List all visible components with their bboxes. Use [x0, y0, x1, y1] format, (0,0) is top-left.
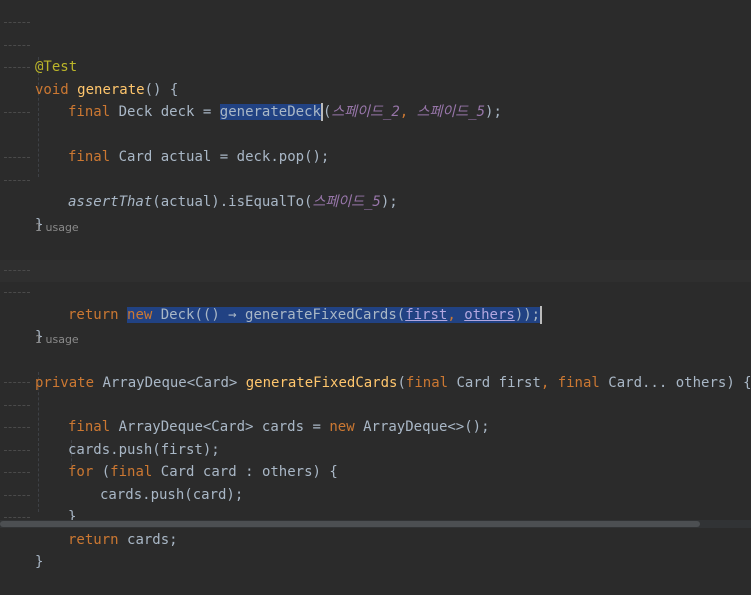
- code-line: private Deck generateDeck(final Card fir…: [0, 237, 751, 278]
- scrollbar-thumb[interactable]: [0, 521, 700, 527]
- code-line: }: [0, 462, 751, 525]
- code-line: void generate() {: [0, 35, 751, 98]
- keyword: void: [35, 82, 69, 98]
- gutter-marker: [4, 45, 30, 46]
- variable[interactable]: cards;: [127, 532, 178, 548]
- gutter-marker: [4, 112, 30, 113]
- gutter-marker: [4, 67, 30, 68]
- gutter-marker: [4, 517, 30, 518]
- gutter-marker: [4, 157, 30, 158]
- gutter-marker: [4, 292, 30, 293]
- code-line: @Test: [0, 12, 751, 75]
- text-caret: [540, 306, 543, 324]
- punctuation: );: [380, 194, 398, 210]
- code-line: }: [0, 170, 751, 233]
- parameter-ref[interactable]: others: [464, 307, 515, 323]
- constant-arg[interactable]: 스페이드_5: [312, 194, 380, 210]
- code-line: final Deck deck = generateDeck (스페이드_2, 스…: [0, 57, 751, 121]
- gutter-marker: [4, 427, 30, 428]
- gutter-marker: [4, 22, 30, 23]
- code-line: return new Deck(() → generateFixedCards(…: [0, 260, 751, 324]
- usage-hint[interactable]: 1 usage: [35, 331, 79, 349]
- code-line: final ArrayDeque<Card> cards = new Array…: [0, 372, 751, 435]
- gutter-marker: [4, 270, 30, 271]
- code-line: final Card actual = deck.pop();: [0, 102, 751, 165]
- code-line: private ArrayDeque<Card> generateFixedCa…: [0, 350, 751, 391]
- keyword: return: [68, 532, 119, 548]
- code-editor[interactable]: @Test void generate() { final Deck deck …: [0, 0, 751, 570]
- gutter-marker: [4, 450, 30, 451]
- method-name[interactable]: generate: [77, 82, 144, 98]
- static-method-call[interactable]: assertThat: [68, 194, 152, 210]
- keyword: new: [127, 307, 153, 323]
- punctuation: }: [35, 554, 44, 570]
- code-line: }: [0, 282, 751, 345]
- gutter-marker: [4, 495, 30, 496]
- code-line: assertThat(actual).isEqualTo(스페이드_5);: [0, 147, 751, 210]
- keyword: return: [68, 307, 119, 323]
- punctuation: (: [396, 307, 406, 323]
- method-call[interactable]: (actual).isEqualTo(: [152, 194, 312, 210]
- gutter-marker: [4, 382, 30, 383]
- gutter-marker: [4, 405, 30, 406]
- parameter-ref[interactable]: first: [405, 307, 447, 323]
- code-line: cards.push(first);: [0, 395, 751, 458]
- punctuation: ,: [447, 307, 456, 323]
- usage-hint[interactable]: 1 usage: [35, 219, 79, 237]
- code-line: cards.push(card);: [0, 440, 751, 503]
- horizontal-scrollbar[interactable]: [0, 520, 751, 528]
- code-line: return cards;: [0, 485, 751, 548]
- method-call[interactable]: generateFixedCards: [245, 307, 397, 323]
- gutter-marker: [4, 472, 30, 473]
- punctuation: ));: [514, 307, 541, 323]
- code-line: for (final Card card : others) {: [0, 417, 751, 480]
- punctuation: () {: [144, 82, 179, 98]
- lambda-expression[interactable]: Deck(() →: [161, 307, 245, 323]
- gutter-marker: [4, 180, 30, 181]
